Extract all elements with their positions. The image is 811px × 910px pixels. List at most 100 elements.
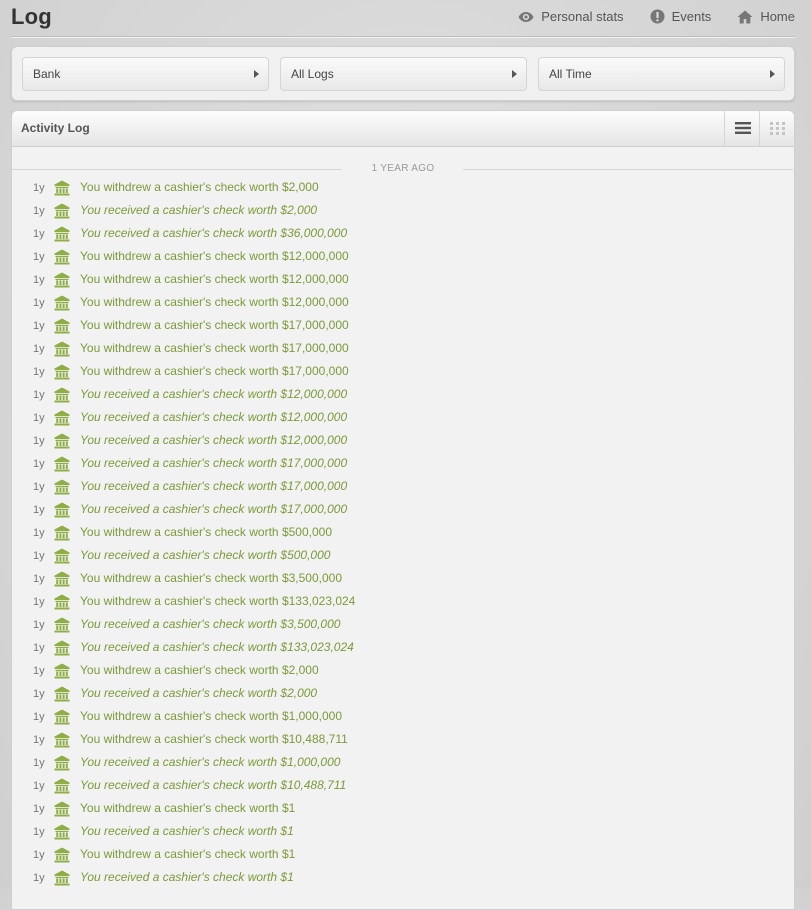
log-entry-age: 1y [33, 182, 45, 194]
log-entry-age: 1y [33, 872, 45, 884]
bank-icon [54, 456, 70, 477]
chevron-right-icon [254, 70, 259, 78]
log-entry-text[interactable]: You withdrew a cashier's check worth $10… [80, 732, 348, 746]
header-divider [11, 36, 795, 37]
bank-icon [54, 663, 70, 684]
log-entry-row: 1y You received a cashier's check worth $… [12, 683, 794, 706]
log-entry-age: 1y [33, 780, 45, 792]
log-entry-age: 1y [33, 826, 45, 838]
log-entry-row: 1y You received a cashier's check worth $… [12, 499, 794, 522]
chevron-right-icon [512, 70, 517, 78]
log-entry-age: 1y [33, 504, 45, 516]
log-entry-row: 1y You received a cashier's check worth $… [12, 476, 794, 499]
log-entry-text[interactable]: You received a cashier's check worth $17… [80, 502, 347, 516]
bank-icon [54, 732, 70, 753]
bank-icon [54, 870, 70, 891]
log-entry-text[interactable]: You withdrew a cashier's check worth $2,… [80, 180, 319, 194]
events-link[interactable]: Events [650, 9, 712, 24]
log-entry-row: 1y You received a cashier's check worth $… [12, 407, 794, 430]
log-entry-row: 1y You received a cashier's check worth $… [12, 430, 794, 453]
grid-view-button[interactable] [759, 111, 795, 146]
bank-icon [54, 364, 70, 385]
log-entry-age: 1y [33, 757, 45, 769]
log-entry-text[interactable]: You withdrew a cashier's check worth $17… [80, 341, 349, 355]
log-entry-row: 1y You withdrew a cashier's check worth $… [12, 292, 794, 315]
log-entry-text[interactable]: You received a cashier's check worth $2,… [80, 203, 317, 217]
log-entry-row: 1y You withdrew a cashier's check worth $… [12, 315, 794, 338]
log-entry-age: 1y [33, 205, 45, 217]
log-entry-row: 1y You withdrew a cashier's check worth $… [12, 361, 794, 384]
log-entry-text[interactable]: You received a cashier's check worth $10… [80, 778, 346, 792]
log-entry-age: 1y [33, 849, 45, 861]
log-entry-age: 1y [33, 527, 45, 539]
log-entry-row: 1y You withdrew a cashier's check worth $… [12, 522, 794, 545]
personal-stats-link[interactable]: Personal stats [518, 9, 624, 24]
log-entry-age: 1y [33, 803, 45, 815]
log-entry-text[interactable]: You withdrew a cashier's check worth $1,… [80, 709, 342, 723]
log-entry-text[interactable]: You withdrew a cashier's check worth $3,… [80, 571, 342, 585]
bank-icon [54, 226, 70, 247]
bank-icon [54, 571, 70, 592]
log-entry-row: 1y You withdrew a cashier's check worth $… [12, 591, 794, 614]
bank-icon [54, 410, 70, 431]
log-entry-row: 1y You received a cashier's check worth $… [12, 752, 794, 775]
log-entry-text[interactable]: You withdrew a cashier's check worth $1 [80, 847, 295, 861]
log-entry-text[interactable]: You withdrew a cashier's check worth $2,… [80, 663, 319, 677]
log-entry-age: 1y [33, 389, 45, 401]
bank-icon [54, 686, 70, 707]
log-entry-age: 1y [33, 619, 45, 631]
log-entry-text[interactable]: You received a cashier's check worth $1 [80, 824, 294, 838]
log-entry-text[interactable]: You received a cashier's check worth $12… [80, 410, 347, 424]
log-entry-text[interactable]: You received a cashier's check worth $2,… [80, 686, 317, 700]
log-entry-text[interactable]: You withdrew a cashier's check worth $50… [80, 525, 332, 539]
log-type-filter-label: All Logs [291, 67, 334, 81]
bank-icon [54, 318, 70, 339]
log-entry-row: 1y You withdrew a cashier's check worth $… [12, 798, 794, 821]
time-filter-dropdown[interactable]: All Time [538, 57, 785, 91]
log-entry-text[interactable]: You withdrew a cashier's check worth $12… [80, 249, 349, 263]
log-entry-text[interactable]: You received a cashier's check worth $1 [80, 870, 294, 884]
log-entry-row: 1y You withdrew a cashier's check worth $… [12, 177, 794, 200]
log-entry-text[interactable]: You withdrew a cashier's check worth $17… [80, 318, 349, 332]
home-link[interactable]: Home [737, 9, 795, 24]
list-view-button[interactable] [724, 111, 760, 146]
log-entry-text[interactable]: You received a cashier's check worth $1,… [80, 755, 340, 769]
log-entry-text[interactable]: You received a cashier's check worth $3,… [80, 617, 340, 631]
log-entry-text[interactable]: You withdrew a cashier's check worth $1 [80, 801, 295, 815]
log-entry-text[interactable]: You received a cashier's check worth $50… [80, 548, 330, 562]
log-entry-text[interactable]: You withdrew a cashier's check worth $17… [80, 364, 349, 378]
log-entry-row: 1y You received a cashier's check worth $… [12, 821, 794, 844]
bank-icon [54, 249, 70, 270]
log-entry-age: 1y [33, 458, 45, 470]
log-entry-row: 1y You withdrew a cashier's check worth $… [12, 844, 794, 867]
log-entry-age: 1y [33, 297, 45, 309]
bank-icon [54, 755, 70, 776]
log-entry-age: 1y [33, 251, 45, 263]
bank-icon [54, 548, 70, 569]
log-entry-text[interactable]: You received a cashier's check worth $17… [80, 456, 347, 470]
events-label: Events [671, 9, 712, 24]
log-entry-age: 1y [33, 343, 45, 355]
bank-icon [54, 847, 70, 868]
time-filter-label: All Time [549, 67, 592, 81]
log-entry-text[interactable]: You withdrew a cashier's check worth $12… [80, 295, 349, 309]
log-entry-text[interactable]: You received a cashier's check worth $12… [80, 387, 347, 401]
time-separator: 1 YEAR AGO [12, 163, 794, 177]
log-entry-text[interactable]: You received a cashier's check worth $12… [80, 433, 347, 447]
log-entry-text[interactable]: You received a cashier's check worth $17… [80, 479, 347, 493]
log-entry-text[interactable]: You withdrew a cashier's check worth $12… [80, 272, 349, 286]
log-entry-age: 1y [33, 688, 45, 700]
log-entry-row: 1y You received a cashier's check worth $… [12, 453, 794, 476]
log-entry-row: 1y You withdrew a cashier's check worth $… [12, 338, 794, 361]
log-entry-text[interactable]: You received a cashier's check worth $36… [80, 226, 347, 240]
log-entry-text[interactable]: You withdrew a cashier's check worth $13… [80, 594, 355, 608]
bank-icon [54, 203, 70, 224]
bank-icon [54, 617, 70, 638]
bank-icon [54, 594, 70, 615]
category-filter-dropdown[interactable]: Bank [22, 57, 269, 91]
log-entry-row: 1y You withdrew a cashier's check worth $… [12, 660, 794, 683]
log-entry-text[interactable]: You received a cashier's check worth $13… [80, 640, 354, 654]
log-entry-row: 1y You received a cashier's check worth $… [12, 384, 794, 407]
log-type-filter-dropdown[interactable]: All Logs [280, 57, 527, 91]
log-entry-row: 1y You withdrew a cashier's check worth $… [12, 568, 794, 591]
